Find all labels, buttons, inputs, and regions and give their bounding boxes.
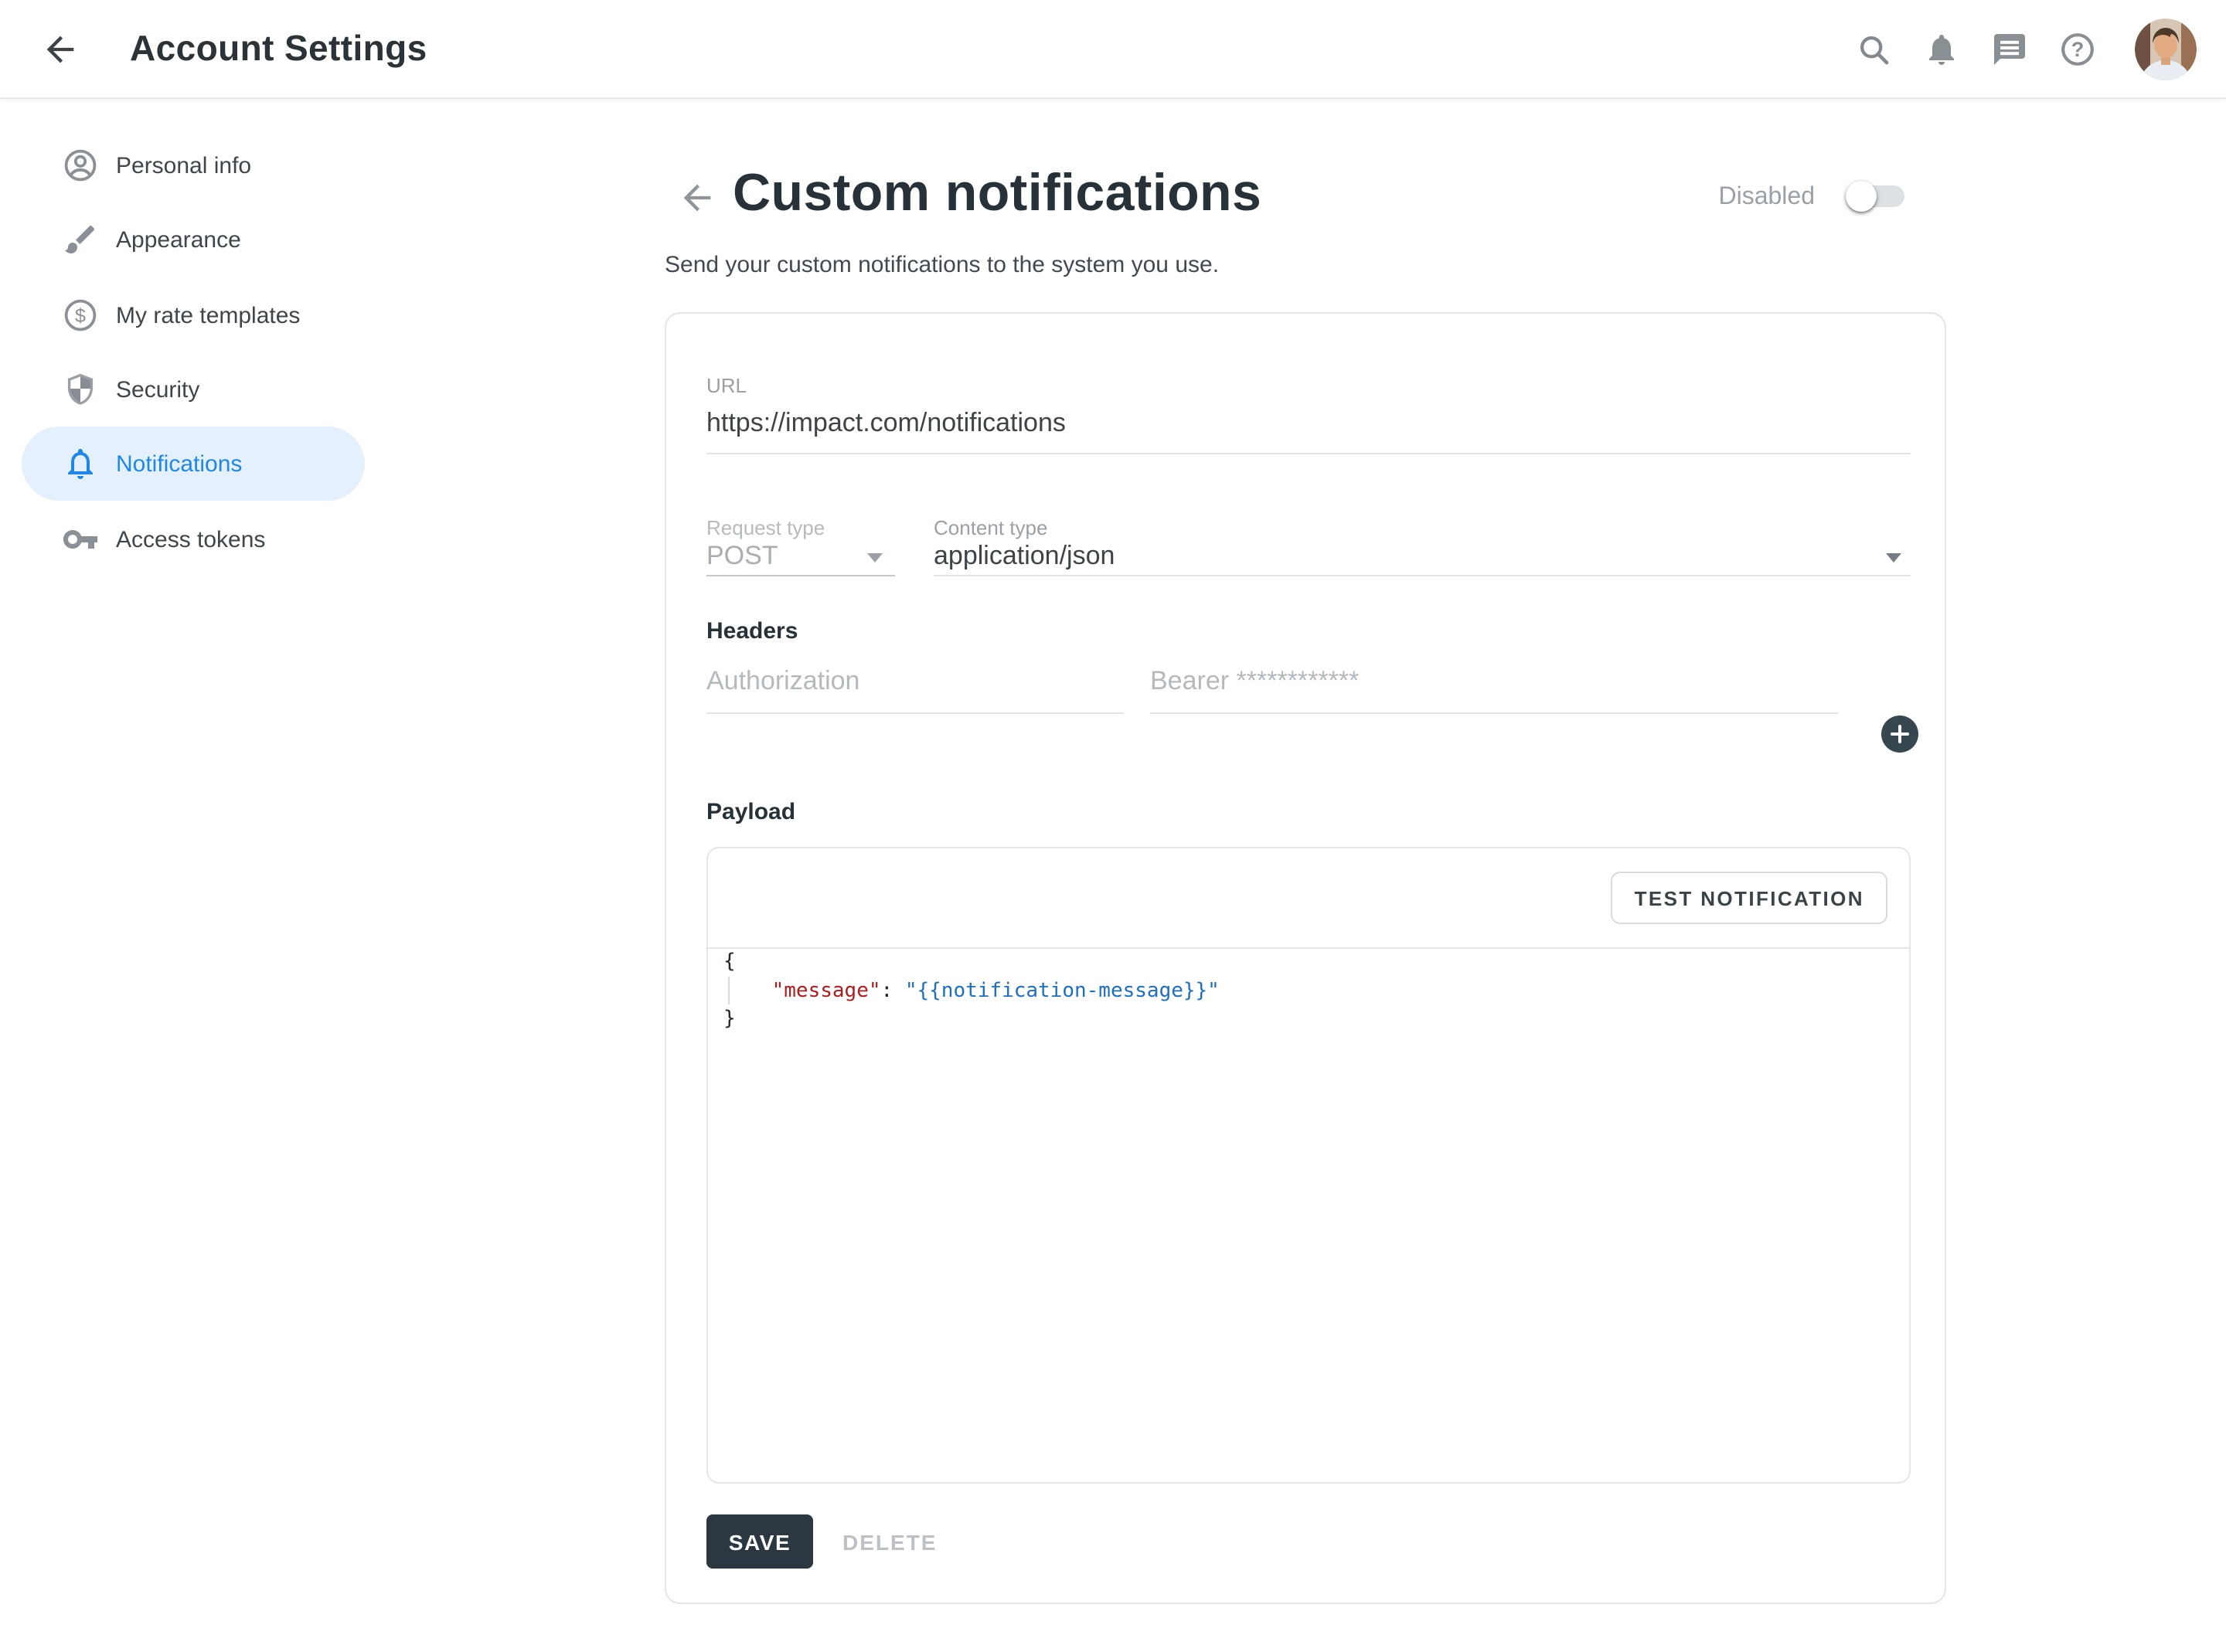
app-title: Account Settings (130, 28, 427, 70)
sidebar-item-my-rate-templates[interactable]: $ My rate templates (22, 278, 365, 352)
svg-text:?: ? (2071, 38, 2085, 61)
bell-icon (1923, 31, 1960, 68)
url-label: URL (706, 374, 747, 397)
url-input[interactable] (706, 399, 1911, 448)
chat-button[interactable] (1991, 31, 2028, 68)
toggle-label: Disabled (1718, 184, 1815, 212)
svg-text:$: $ (75, 305, 86, 327)
add-header-button[interactable] (1881, 716, 1918, 753)
back-arrow-icon (40, 29, 80, 70)
sidebar-item-appearance[interactable]: Appearance (22, 202, 365, 277)
content-type-select[interactable]: application/json (934, 541, 1115, 572)
code-line-close: } (723, 1008, 736, 1031)
request-type-caret-icon (867, 553, 883, 563)
header-key-input[interactable] (706, 657, 1124, 706)
sidebar-item-label: Appearance (116, 226, 241, 253)
dollar-circle-icon: $ (62, 297, 99, 334)
request-type-label: Request type (706, 516, 825, 539)
notification-form-card: URL Request type POST Content type appli… (665, 312, 1946, 1604)
delete-button[interactable]: DELETE (827, 1514, 952, 1569)
content-type-caret-icon (1886, 553, 1901, 563)
save-button[interactable]: SAVE (706, 1514, 813, 1569)
header-value-underline (1150, 712, 1838, 714)
chat-icon (1991, 31, 2028, 68)
help-icon: ? (2059, 31, 2096, 68)
sidebar-item-security[interactable]: Security (22, 352, 365, 427)
payload-editor[interactable]: { "message": "{{notification-message}}" … (708, 947, 1909, 1484)
avatar[interactable] (2135, 19, 2197, 80)
sidebar-item-label: Access tokens (116, 526, 265, 552)
payload-heading: Payload (706, 799, 795, 825)
test-notification-button[interactable]: TEST NOTIFICATION (1612, 872, 1887, 924)
sidebar: Personal info Appearance $ My rate templ… (0, 99, 464, 1652)
indent-guide (728, 977, 730, 1004)
page-back-button[interactable] (677, 178, 717, 218)
bell-outline-icon (62, 445, 99, 482)
sidebar-item-label: Notifications (116, 450, 242, 477)
code-value: "{{notification-message}}" (905, 979, 1220, 1002)
avatar-photo (2135, 19, 2197, 80)
app-back-button[interactable] (40, 29, 80, 70)
page-subtitle: Send your custom notifications to the sy… (665, 252, 1219, 278)
code-line-open: { (723, 950, 736, 974)
notifications-button[interactable] (1923, 31, 1960, 68)
request-type-underline (706, 575, 895, 576)
header-value-input[interactable] (1150, 657, 1838, 706)
request-type-select[interactable]: POST (706, 541, 778, 572)
help-button[interactable]: ? (2059, 31, 2096, 68)
page-title: Custom notifications (733, 164, 1261, 224)
code-separator: : (881, 979, 905, 1002)
key-icon (62, 521, 99, 558)
sidebar-item-label: Security (116, 376, 199, 403)
app-bar-actions: ? (1855, 0, 2197, 99)
url-underline (706, 453, 1911, 454)
sidebar-item-notifications[interactable]: Notifications (22, 427, 365, 501)
toggle-knob (1846, 181, 1877, 212)
code-key: "message" (772, 979, 881, 1002)
headers-heading: Headers (706, 618, 798, 644)
sidebar-item-label: My rate templates (116, 302, 300, 328)
page: Account Settings (0, 0, 2226, 1652)
plus-icon (1889, 723, 1911, 745)
back-arrow-icon (677, 178, 717, 218)
content-type-label: Content type (934, 516, 1047, 539)
shield-icon (62, 371, 99, 408)
enabled-toggle[interactable] (1849, 185, 1904, 207)
sidebar-item-access-tokens[interactable]: Access tokens (22, 502, 365, 576)
sidebar-item-personal-info[interactable]: Personal info (22, 128, 365, 202)
brush-icon (62, 221, 99, 258)
search-icon (1856, 32, 1891, 67)
content-type-underline (934, 575, 1911, 576)
person-circle-icon (62, 147, 99, 184)
payload-box: TEST NOTIFICATION { "message": "{{notifi… (706, 847, 1911, 1484)
sidebar-item-label: Personal info (116, 152, 251, 178)
app-bar: Account Settings (0, 0, 2226, 99)
search-button[interactable] (1855, 31, 1892, 68)
header-key-underline (706, 712, 1124, 714)
